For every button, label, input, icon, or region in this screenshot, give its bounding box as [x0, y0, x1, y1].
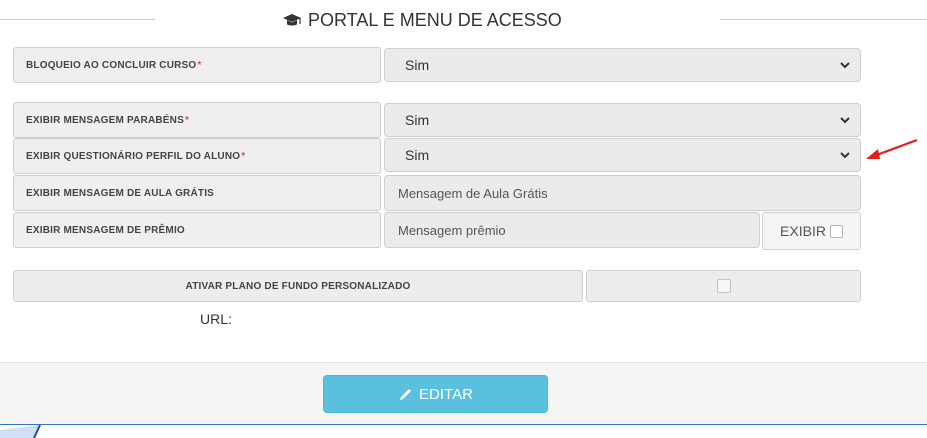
label-questionario-text: EXIBIR QUESTIONÁRIO PERFIL DO ALUNO	[26, 150, 241, 162]
required-mark: *	[197, 59, 202, 71]
annotation-arrow-icon	[866, 138, 918, 159]
questionario-select-value: Sim	[405, 147, 430, 163]
exibir-checkbox[interactable]	[829, 224, 843, 238]
edit-button-label: EDITAR	[419, 385, 473, 403]
parabens-select[interactable]: Sim	[384, 103, 861, 137]
label-parabens-text: EXIBIR MENSAGEM PARABÉNS	[26, 114, 184, 126]
divider	[0, 19, 155, 20]
premio-input[interactable]: Mensagem prêmio	[384, 212, 760, 248]
exibir-premio-toggle[interactable]: EXIBIR	[762, 212, 861, 250]
questionario-select[interactable]: Sim	[384, 138, 861, 172]
section-header: PORTAL E MENU DE ACESSO	[0, 0, 927, 40]
edit-button[interactable]: EDITAR	[323, 375, 548, 413]
premio-input-value: Mensagem prêmio	[398, 222, 506, 238]
label-premio-text: EXIBIR MENSAGEM DE PRÊMIO	[26, 224, 185, 236]
label-questionario: EXIBIR QUESTIONÁRIO PERFIL DO ALUNO *	[13, 138, 381, 174]
label-plano-fundo-text: ATIVAR PLANO DE FUNDO PERSONALIZADO	[185, 280, 411, 292]
required-mark: *	[241, 150, 246, 162]
aula-gratis-input-value: Mensagem de Aula Grátis	[398, 185, 548, 201]
bloqueio-select-value: Sim	[405, 57, 430, 73]
required-mark: *	[184, 114, 190, 126]
url-label: URL:	[200, 311, 232, 327]
bloqueio-select[interactable]: Sim	[384, 48, 861, 82]
label-parabens: EXIBIR MENSAGEM PARABÉNS *	[13, 102, 381, 138]
chevron-down-icon	[840, 62, 850, 69]
corner-decoration	[0, 425, 41, 438]
aula-gratis-input[interactable]: Mensagem de Aula Grátis	[384, 175, 861, 211]
pencil-icon	[400, 389, 412, 400]
label-bloqueio: BLOQUEIO AO CONCLUIR CURSO *	[13, 47, 381, 83]
section-title: PORTAL E MENU DE ACESSO	[282, 10, 562, 31]
label-premio: EXIBIR MENSAGEM DE PRÊMIO	[13, 212, 381, 248]
divider	[720, 19, 927, 20]
label-plano-fundo: ATIVAR PLANO DE FUNDO PERSONALIZADO	[13, 270, 583, 302]
plano-fundo-checkbox[interactable]	[716, 279, 731, 293]
plano-fundo-checkbox-cell[interactable]	[586, 270, 861, 302]
label-aula-gratis-text: EXIBIR MENSAGEM DE AULA GRÁTIS	[26, 187, 215, 199]
label-bloqueio-text: BLOQUEIO AO CONCLUIR CURSO	[26, 59, 197, 71]
section-title-text: PORTAL E MENU DE ACESSO	[308, 10, 562, 30]
chevron-down-icon	[840, 152, 850, 159]
chevron-down-icon	[840, 117, 850, 124]
label-aula-gratis: EXIBIR MENSAGEM DE AULA GRÁTIS	[13, 175, 381, 211]
bottom-edge	[0, 424, 927, 438]
parabens-select-value: Sim	[405, 112, 430, 128]
graduation-cap-icon	[283, 13, 301, 25]
exibir-label: EXIBIR	[780, 223, 826, 239]
